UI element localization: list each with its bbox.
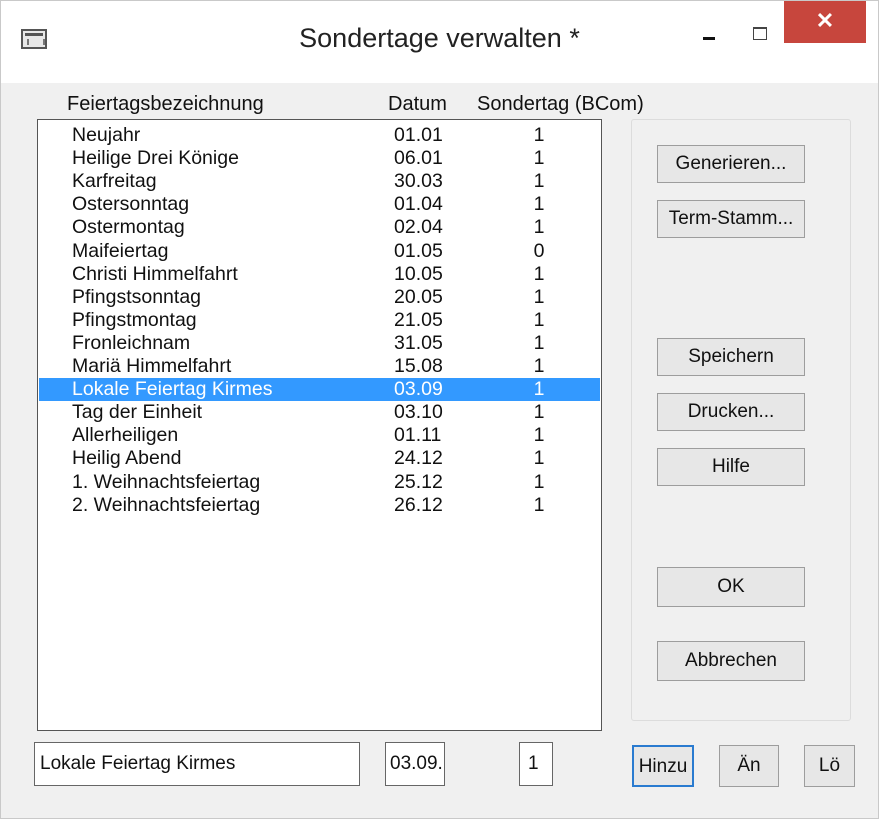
delete-button[interactable]: Lö — [804, 745, 855, 787]
holiday-row[interactable]: Neujahr 01.01 1 — [39, 124, 600, 147]
holiday-date: 20.05 — [394, 285, 443, 308]
holiday-special: 1 — [533, 378, 545, 401]
holiday-date-field[interactable]: 03.09. — [385, 742, 445, 786]
holiday-name: 2. Weihnachtsfeiertag — [72, 493, 261, 516]
holiday-row[interactable]: 1. Weihnachtsfeiertag 25.12 1 — [39, 471, 600, 494]
holiday-special: 1 — [533, 331, 545, 354]
holiday-special: 1 — [533, 493, 545, 516]
holiday-row[interactable]: Pfingstmontag 21.05 1 — [39, 309, 600, 332]
close-button[interactable]: ✕ — [784, 1, 866, 43]
holiday-name-field[interactable]: Lokale Feiertag Kirmes — [34, 742, 360, 786]
holiday-date: 03.10 — [394, 401, 443, 424]
holiday-date: 24.12 — [394, 447, 443, 470]
holiday-name: Ostermontag — [72, 216, 185, 239]
close-icon: ✕ — [815, 8, 835, 33]
print-button[interactable]: Drucken... — [657, 393, 805, 431]
holiday-row[interactable]: Fronleichnam 31.05 1 — [39, 332, 600, 355]
holiday-special: 1 — [533, 170, 545, 193]
holiday-row[interactable]: Heilige Drei Könige 06.01 1 — [39, 147, 600, 170]
holiday-special: 1 — [533, 401, 545, 424]
holiday-date: 02.04 — [394, 216, 443, 239]
holiday-special: 1 — [533, 355, 545, 377]
holiday-special: 1 — [533, 124, 545, 146]
holiday-name: Pfingstsonntag — [72, 285, 202, 308]
holiday-date: 01.11 — [394, 424, 442, 447]
help-button[interactable]: Hilfe — [657, 448, 805, 486]
holiday-date: 25.12 — [394, 470, 443, 493]
holiday-row[interactable]: Maifeiertag 01.05 0 — [39, 240, 600, 263]
holiday-name: Heilig Abend — [72, 447, 182, 470]
holiday-row[interactable]: Karfreitag 30.03 1 — [39, 170, 600, 193]
generate-button[interactable]: Generieren... — [657, 145, 805, 183]
holiday-name: Allerheiligen — [72, 424, 179, 447]
add-button[interactable]: Hinzu — [632, 745, 694, 787]
holiday-row[interactable]: Allerheiligen 01.11 1 — [39, 424, 600, 447]
holiday-special: 1 — [533, 308, 545, 331]
holiday-name: Tag der Einheit — [72, 401, 203, 424]
change-button[interactable]: Än — [719, 745, 779, 787]
minimize-button[interactable] — [689, 19, 729, 55]
holiday-special: 1 — [533, 262, 545, 285]
holiday-name: Christi Himmelfahrt — [72, 262, 238, 285]
holiday-special: 1 — [533, 193, 545, 216]
holiday-special: 1 — [533, 147, 545, 170]
holiday-name: Ostersonntag — [72, 193, 190, 216]
holiday-name: Pfingstmontag — [72, 308, 197, 331]
holiday-row[interactable]: Heilig Abend 24.12 1 — [39, 447, 600, 470]
title-bar[interactable]: Sondertage verwalten * ✕ — [1, 1, 878, 83]
holiday-row[interactable]: Tag der Einheit 03.10 1 — [39, 401, 600, 424]
holiday-special: 1 — [533, 216, 545, 239]
column-header-special: Sondertag (BCom) — [477, 93, 644, 115]
holiday-name: Heilige Drei Könige — [72, 147, 239, 170]
special-day-field[interactable]: 1 — [519, 742, 553, 786]
holiday-name: Neujahr — [72, 124, 141, 146]
holiday-row[interactable]: Pfingstsonntag 20.05 1 — [39, 286, 600, 309]
holiday-row[interactable]: Ostermontag 02.04 1 — [39, 216, 600, 239]
holiday-date: 26.12 — [394, 493, 443, 516]
dialog-window: Sondertage verwalten * ✕ Feiertagsbezeic… — [0, 0, 879, 819]
holiday-date: 01.04 — [394, 193, 443, 216]
holiday-special: 1 — [533, 470, 545, 493]
holiday-special: 1 — [533, 424, 545, 447]
holiday-date: 06.01 — [394, 147, 443, 170]
holiday-date: 01.05 — [394, 239, 443, 262]
holiday-row[interactable]: 2. Weihnachtsfeiertag 26.12 1 — [39, 494, 600, 517]
holiday-special: 1 — [533, 447, 545, 470]
holiday-special: 1 — [533, 285, 545, 308]
holiday-list[interactable]: Neujahr 01.01 1 Heilige Drei Könige 06.01 1 Ka… — [37, 119, 602, 731]
holiday-row[interactable]: Mariä Himmelfahrt 15.08 1 — [39, 355, 600, 378]
column-header-date: Datum — [388, 93, 447, 115]
holiday-date: 21.05 — [394, 308, 443, 331]
maximize-button[interactable] — [739, 19, 779, 55]
holiday-name: Karfreitag — [72, 170, 157, 193]
holiday-row[interactable]: Christi Himmelfahrt 10.05 1 — [39, 263, 600, 286]
holiday-date: 01.01 — [394, 124, 443, 146]
holiday-name: Mariä Himmelfahrt — [72, 355, 232, 377]
holiday-row[interactable]: Ostersonntag 01.04 1 — [39, 193, 600, 216]
holiday-date: 03.09 — [394, 378, 443, 401]
holiday-date: 15.08 — [394, 355, 443, 377]
holiday-name: 1. Weihnachtsfeiertag — [72, 470, 261, 493]
holiday-special: 0 — [533, 239, 545, 262]
term-master-button[interactable]: Term-Stamm... — [657, 200, 805, 238]
holiday-name: Fronleichnam — [72, 331, 191, 354]
holiday-date: 31.05 — [394, 331, 443, 354]
holiday-row[interactable]: Lokale Feiertag Kirmes 03.09 1 — [39, 378, 600, 402]
holiday-date: 10.05 — [394, 262, 443, 285]
save-button[interactable]: Speichern — [657, 338, 805, 376]
holiday-name: Maifeiertag — [72, 239, 169, 262]
holiday-date: 30.03 — [394, 170, 443, 193]
cancel-button[interactable]: Abbrechen — [657, 641, 805, 681]
holiday-name: Lokale Feiertag Kirmes — [72, 378, 273, 401]
column-header-name: Feiertagsbezeichnung — [67, 93, 264, 115]
ok-button[interactable]: OK — [657, 567, 805, 607]
